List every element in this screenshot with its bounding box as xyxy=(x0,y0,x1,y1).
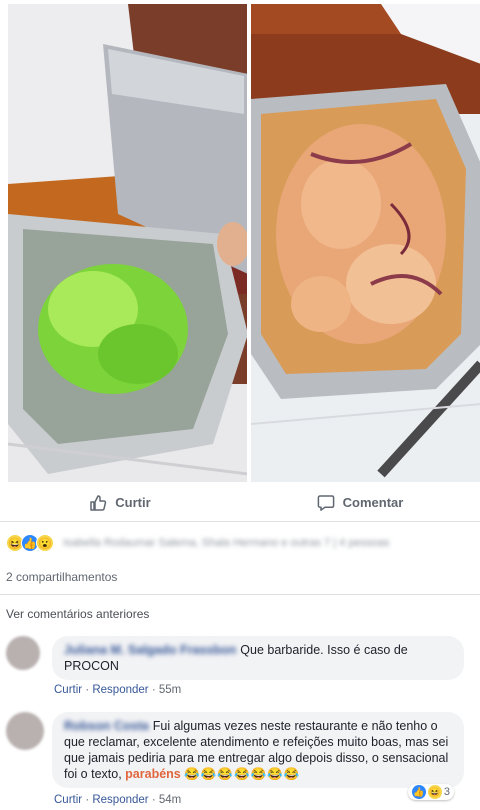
photo-ceviche-tray[interactable] xyxy=(250,4,480,482)
post-photos xyxy=(0,0,480,484)
avatar[interactable] xyxy=(6,636,40,670)
reaction-icons: 😆 👍 😮 xyxy=(6,534,54,552)
reaction-names[interactable]: Isabella Rodaumar Salema, Shala Hermano … xyxy=(63,537,389,549)
comment-author[interactable]: Juliana M. Salgado Frassbon xyxy=(64,643,236,657)
shares-count[interactable]: 2 compartilhamentos xyxy=(6,570,117,584)
comment-icon xyxy=(317,494,335,512)
like-label: Curtir xyxy=(115,495,151,510)
comment-meta: Curtir · Responder · 55m xyxy=(54,684,182,696)
comment-reply-link[interactable]: Responder xyxy=(92,794,148,806)
haha-reaction-icon: 😆 xyxy=(427,785,442,799)
like-button[interactable]: Curtir xyxy=(0,484,240,521)
avatar[interactable] xyxy=(6,712,44,750)
comment-reply-link[interactable]: Responder xyxy=(92,684,148,696)
comment-reactions-badge[interactable]: 👍 😆 3 xyxy=(407,784,454,800)
post-actions: Curtir Comentar xyxy=(0,484,480,522)
comment-time[interactable]: 54m xyxy=(159,794,181,806)
view-previous-comments-link[interactable]: Ver comentários anteriores xyxy=(6,607,149,621)
comment: Robson Costa Fui algumas vezes neste rest… xyxy=(6,710,474,810)
like-reaction-icon: 👍 xyxy=(411,785,426,799)
comment-like-link[interactable]: Curtir xyxy=(54,794,82,806)
comment-author[interactable]: Robson Costa xyxy=(64,719,149,733)
comment-label: Comentar xyxy=(342,495,404,510)
comment-bubble: Robson Costa Fui algumas vezes neste rest… xyxy=(52,712,464,788)
comment-button[interactable]: Comentar xyxy=(240,484,480,521)
wow-reaction-icon: 😮 xyxy=(36,534,54,552)
comment: Juliana M. Salgado Frassbon Que barbaride… xyxy=(6,636,474,706)
comment-like-link[interactable]: Curtir xyxy=(54,684,82,696)
reaction-count: 3 xyxy=(443,786,450,798)
comment-highlight-text: parabéns xyxy=(125,767,181,781)
comment-time[interactable]: 55m xyxy=(159,684,181,696)
divider xyxy=(0,594,480,595)
comment-meta: Curtir · Responder · 54m xyxy=(54,794,182,806)
laughing-emoji-icons: 😂😂😂😂😂😂😂 xyxy=(184,767,301,781)
comment-bubble: Juliana M. Salgado Frassbon Que barbaride… xyxy=(52,636,464,680)
reactions-summary[interactable]: 😆 👍 😮 Isabella Rodaumar Salema, Shala He… xyxy=(6,532,474,554)
photo-lettuce-tray[interactable] xyxy=(8,4,247,482)
thumbs-up-icon xyxy=(89,494,107,512)
